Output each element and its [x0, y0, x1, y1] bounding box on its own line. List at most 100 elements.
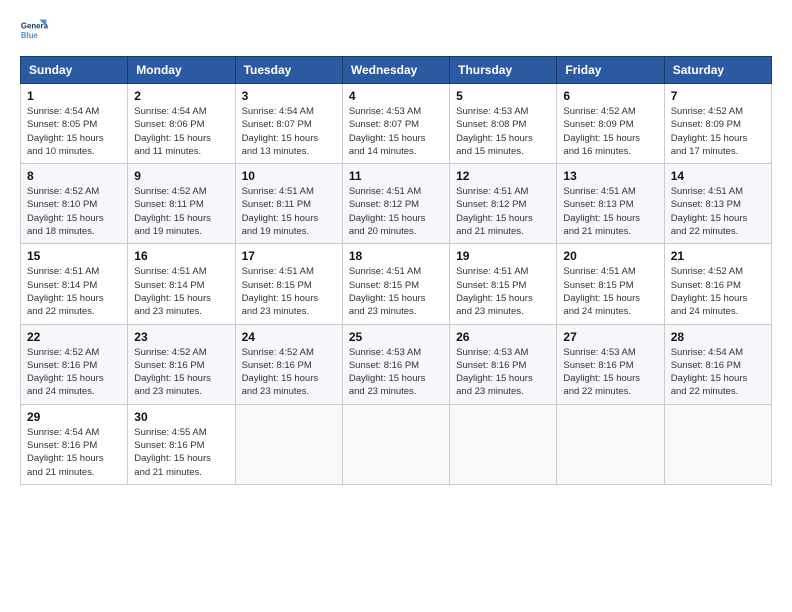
daylight-minutes: and 18 minutes.	[27, 226, 95, 237]
sunrise-label: Sunrise: 4:51 AM	[349, 266, 421, 277]
daylight-minutes: and 23 minutes.	[456, 386, 524, 397]
day-number: 13	[563, 169, 657, 183]
day-number: 1	[27, 89, 121, 103]
sunset-label: Sunset: 8:13 PM	[563, 199, 633, 210]
week-row-4: 22 Sunrise: 4:52 AM Sunset: 8:16 PM Dayl…	[21, 324, 772, 404]
day-info: Sunrise: 4:54 AM Sunset: 8:07 PM Dayligh…	[242, 105, 336, 158]
daylight-label: Daylight: 15 hours	[349, 293, 426, 304]
calendar-cell: 25 Sunrise: 4:53 AM Sunset: 8:16 PM Dayl…	[342, 324, 449, 404]
daylight-minutes: and 16 minutes.	[563, 146, 631, 157]
calendar-cell: 16 Sunrise: 4:51 AM Sunset: 8:14 PM Dayl…	[128, 244, 235, 324]
sunset-label: Sunset: 8:05 PM	[27, 119, 97, 130]
sunrise-label: Sunrise: 4:52 AM	[27, 186, 99, 197]
daylight-label: Daylight: 15 hours	[242, 213, 319, 224]
day-info: Sunrise: 4:51 AM Sunset: 8:15 PM Dayligh…	[242, 265, 336, 318]
day-info: Sunrise: 4:51 AM Sunset: 8:14 PM Dayligh…	[27, 265, 121, 318]
sunrise-label: Sunrise: 4:53 AM	[563, 347, 635, 358]
daylight-label: Daylight: 15 hours	[349, 133, 426, 144]
sunset-label: Sunset: 8:14 PM	[134, 280, 204, 291]
calendar-cell: 20 Sunrise: 4:51 AM Sunset: 8:15 PM Dayl…	[557, 244, 664, 324]
daylight-minutes: and 22 minutes.	[671, 226, 739, 237]
calendar-cell: 19 Sunrise: 4:51 AM Sunset: 8:15 PM Dayl…	[450, 244, 557, 324]
page: General Blue SundayMondayTuesdayWednesda…	[0, 0, 792, 612]
sunset-label: Sunset: 8:16 PM	[242, 360, 312, 371]
sunrise-label: Sunrise: 4:51 AM	[456, 186, 528, 197]
daylight-label: Daylight: 15 hours	[563, 293, 640, 304]
daylight-minutes: and 19 minutes.	[242, 226, 310, 237]
day-number: 30	[134, 410, 228, 424]
calendar-cell: 14 Sunrise: 4:51 AM Sunset: 8:13 PM Dayl…	[664, 164, 771, 244]
calendar-cell	[664, 404, 771, 484]
sunset-label: Sunset: 8:13 PM	[671, 199, 741, 210]
daylight-minutes: and 21 minutes.	[134, 467, 202, 478]
header: General Blue	[20, 16, 772, 44]
daylight-minutes: and 10 minutes.	[27, 146, 95, 157]
daylight-label: Daylight: 15 hours	[563, 133, 640, 144]
daylight-minutes: and 21 minutes.	[27, 467, 95, 478]
daylight-minutes: and 23 minutes.	[134, 386, 202, 397]
calendar-cell: 3 Sunrise: 4:54 AM Sunset: 8:07 PM Dayli…	[235, 84, 342, 164]
logo: General Blue	[20, 16, 52, 44]
daylight-label: Daylight: 15 hours	[456, 213, 533, 224]
day-info: Sunrise: 4:51 AM Sunset: 8:13 PM Dayligh…	[563, 185, 657, 238]
calendar-cell: 29 Sunrise: 4:54 AM Sunset: 8:16 PM Dayl…	[21, 404, 128, 484]
day-number: 9	[134, 169, 228, 183]
day-number: 14	[671, 169, 765, 183]
day-number: 27	[563, 330, 657, 344]
daylight-label: Daylight: 15 hours	[27, 453, 104, 464]
daylight-minutes: and 23 minutes.	[349, 386, 417, 397]
day-info: Sunrise: 4:52 AM Sunset: 8:11 PM Dayligh…	[134, 185, 228, 238]
day-info: Sunrise: 4:52 AM Sunset: 8:16 PM Dayligh…	[242, 346, 336, 399]
daylight-minutes: and 20 minutes.	[349, 226, 417, 237]
calendar-cell: 21 Sunrise: 4:52 AM Sunset: 8:16 PM Dayl…	[664, 244, 771, 324]
calendar-cell	[235, 404, 342, 484]
weekday-header-saturday: Saturday	[664, 57, 771, 84]
day-info: Sunrise: 4:54 AM Sunset: 8:05 PM Dayligh…	[27, 105, 121, 158]
daylight-label: Daylight: 15 hours	[671, 213, 748, 224]
day-info: Sunrise: 4:53 AM Sunset: 8:16 PM Dayligh…	[349, 346, 443, 399]
sunset-label: Sunset: 8:07 PM	[242, 119, 312, 130]
calendar-cell: 8 Sunrise: 4:52 AM Sunset: 8:10 PM Dayli…	[21, 164, 128, 244]
weekday-header-friday: Friday	[557, 57, 664, 84]
calendar-cell: 1 Sunrise: 4:54 AM Sunset: 8:05 PM Dayli…	[21, 84, 128, 164]
sunrise-label: Sunrise: 4:55 AM	[134, 427, 206, 438]
day-info: Sunrise: 4:52 AM Sunset: 8:10 PM Dayligh…	[27, 185, 121, 238]
daylight-minutes: and 13 minutes.	[242, 146, 310, 157]
day-info: Sunrise: 4:51 AM Sunset: 8:13 PM Dayligh…	[671, 185, 765, 238]
sunrise-label: Sunrise: 4:54 AM	[242, 106, 314, 117]
sunrise-label: Sunrise: 4:54 AM	[27, 106, 99, 117]
sunrise-label: Sunrise: 4:52 AM	[563, 106, 635, 117]
daylight-label: Daylight: 15 hours	[349, 373, 426, 384]
day-info: Sunrise: 4:54 AM Sunset: 8:16 PM Dayligh…	[27, 426, 121, 479]
sunrise-label: Sunrise: 4:52 AM	[27, 347, 99, 358]
day-info: Sunrise: 4:53 AM Sunset: 8:08 PM Dayligh…	[456, 105, 550, 158]
daylight-label: Daylight: 15 hours	[671, 293, 748, 304]
day-info: Sunrise: 4:52 AM Sunset: 8:09 PM Dayligh…	[563, 105, 657, 158]
day-info: Sunrise: 4:51 AM Sunset: 8:15 PM Dayligh…	[349, 265, 443, 318]
day-info: Sunrise: 4:52 AM Sunset: 8:16 PM Dayligh…	[671, 265, 765, 318]
day-number: 21	[671, 249, 765, 263]
calendar-cell: 15 Sunrise: 4:51 AM Sunset: 8:14 PM Dayl…	[21, 244, 128, 324]
daylight-label: Daylight: 15 hours	[134, 293, 211, 304]
daylight-minutes: and 23 minutes.	[242, 386, 310, 397]
calendar-cell: 2 Sunrise: 4:54 AM Sunset: 8:06 PM Dayli…	[128, 84, 235, 164]
sunrise-label: Sunrise: 4:54 AM	[27, 427, 99, 438]
weekday-header-thursday: Thursday	[450, 57, 557, 84]
daylight-minutes: and 23 minutes.	[134, 306, 202, 317]
calendar-cell	[342, 404, 449, 484]
day-number: 20	[563, 249, 657, 263]
daylight-label: Daylight: 15 hours	[134, 213, 211, 224]
daylight-label: Daylight: 15 hours	[349, 213, 426, 224]
sunrise-label: Sunrise: 4:54 AM	[134, 106, 206, 117]
day-info: Sunrise: 4:51 AM Sunset: 8:12 PM Dayligh…	[456, 185, 550, 238]
sunset-label: Sunset: 8:07 PM	[349, 119, 419, 130]
day-info: Sunrise: 4:52 AM Sunset: 8:09 PM Dayligh…	[671, 105, 765, 158]
day-number: 11	[349, 169, 443, 183]
calendar-cell: 30 Sunrise: 4:55 AM Sunset: 8:16 PM Dayl…	[128, 404, 235, 484]
daylight-label: Daylight: 15 hours	[671, 373, 748, 384]
calendar-cell: 22 Sunrise: 4:52 AM Sunset: 8:16 PM Dayl…	[21, 324, 128, 404]
daylight-minutes: and 19 minutes.	[134, 226, 202, 237]
sunrise-label: Sunrise: 4:53 AM	[456, 347, 528, 358]
day-number: 3	[242, 89, 336, 103]
calendar-cell: 9 Sunrise: 4:52 AM Sunset: 8:11 PM Dayli…	[128, 164, 235, 244]
